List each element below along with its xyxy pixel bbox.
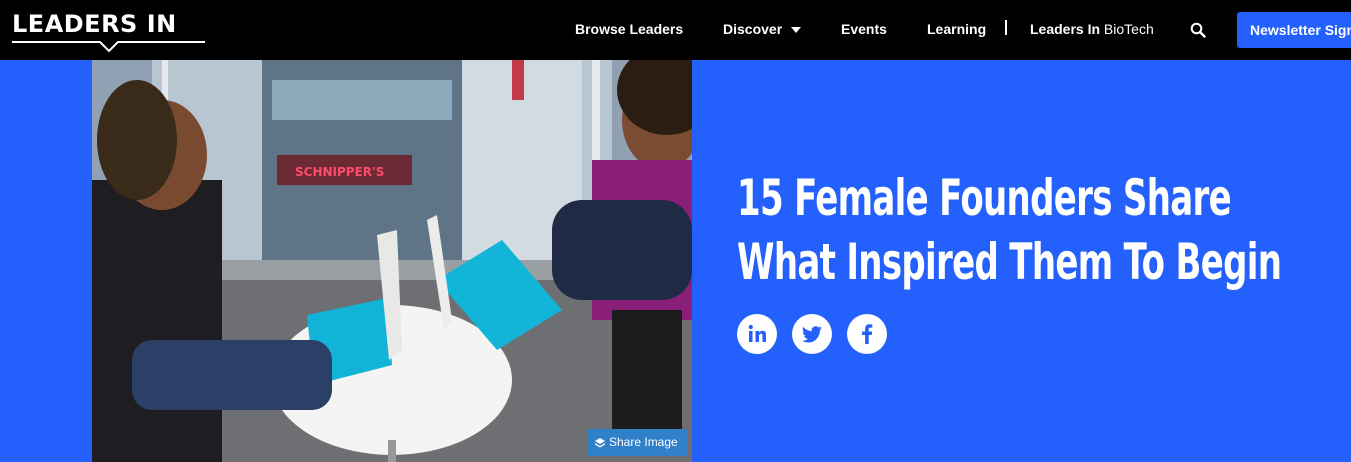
photo-illustration: SCHNIPPER'S — [92, 60, 692, 462]
twitter-icon — [802, 326, 822, 343]
nav-leaders-in-biotech[interactable]: Leaders In BioTech — [1030, 21, 1154, 37]
nav-learning[interactable]: Learning — [927, 21, 986, 37]
nav-events[interactable]: Events — [841, 21, 887, 37]
nav-discover[interactable]: Discover — [723, 21, 782, 37]
share-image-button[interactable]: Share Image — [587, 429, 687, 456]
photo-sign-text: SCHNIPPER'S — [295, 165, 384, 179]
nav-browse-leaders[interactable]: Browse Leaders — [575, 21, 683, 37]
article-headline: 15 Female Founders Share What Inspired T… — [737, 169, 1282, 291]
main-nav: Browse Leaders Discover Events Learning … — [0, 0, 1351, 60]
linkedin-icon — [748, 324, 766, 342]
biotech-light: BioTech — [1103, 21, 1154, 37]
facebook-share-button[interactable] — [847, 314, 887, 354]
linkedin-share-button[interactable] — [737, 314, 777, 354]
layers-icon — [595, 437, 605, 448]
top-navigation-bar: LEADERS IN Browse Leaders Discover Event… — [0, 0, 1351, 60]
facebook-icon — [862, 324, 873, 344]
twitter-share-button[interactable] — [792, 314, 832, 354]
nav-divider — [1005, 20, 1007, 35]
hero-photo: SCHNIPPER'S — [92, 60, 692, 462]
biotech-bold: Leaders In — [1030, 21, 1101, 37]
newsletter-signup-button[interactable]: Newsletter Signup — [1237, 12, 1351, 48]
share-image-label: Share Image — [609, 435, 678, 449]
search-icon[interactable] — [1190, 22, 1206, 38]
chevron-down-icon[interactable] — [791, 27, 801, 33]
